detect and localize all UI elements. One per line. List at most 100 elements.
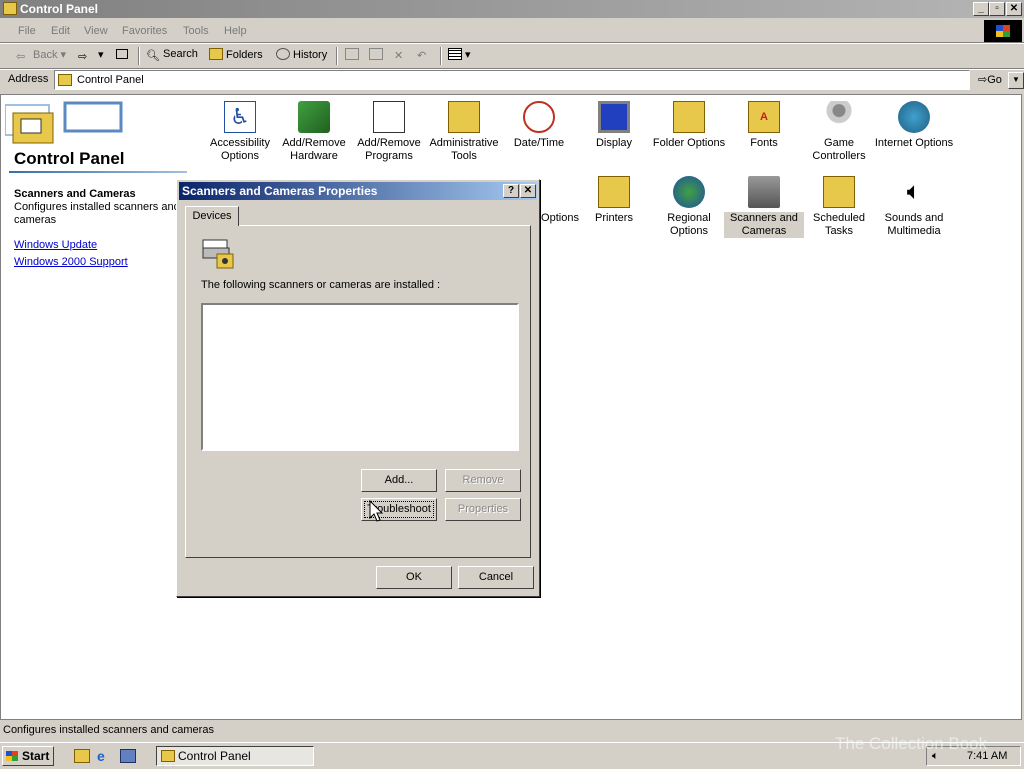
cp-item-label: Administrative Tools bbox=[429, 137, 499, 162]
minimize-button[interactable]: _ bbox=[973, 2, 989, 16]
ok-button[interactable]: OK bbox=[376, 566, 452, 589]
cp-item-sounds-and-multimedia[interactable]: 🔈︎ Sounds and Multimedia bbox=[874, 176, 954, 238]
selected-item-description: Configures installed scanners and camera… bbox=[14, 201, 180, 226]
show-desktop-icon[interactable] bbox=[74, 749, 90, 763]
cp-item-label: Internet Options bbox=[874, 137, 954, 149]
menu-tools[interactable]: Tools bbox=[183, 25, 209, 37]
windows-flag-icon bbox=[6, 751, 18, 761]
folders-button[interactable]: Folders bbox=[209, 48, 263, 61]
cp-item-game-controllers[interactable]: Game Controllers bbox=[799, 101, 879, 163]
cp-item-scheduled-tasks[interactable]: Scheduled Tasks bbox=[799, 176, 879, 238]
windows-logo bbox=[984, 20, 1022, 42]
folder-options-icon bbox=[673, 101, 705, 133]
speaker-icon: 🔈︎ bbox=[906, 178, 922, 205]
start-button[interactable]: Start bbox=[2, 746, 54, 766]
history-label: History bbox=[293, 49, 328, 61]
options-icon bbox=[544, 176, 576, 208]
back-button[interactable]: ⇦ Back ▾ bbox=[16, 48, 66, 63]
toolbar-separator bbox=[138, 47, 140, 65]
cp-item-add-remove-programs[interactable]: Add/Remove Programs bbox=[349, 101, 429, 163]
back-label: Back bbox=[33, 49, 58, 61]
cp-item-label: Accessibility Options bbox=[210, 137, 270, 162]
cp-item-label: Sounds and Multimedia bbox=[884, 212, 944, 237]
restore-button[interactable]: ▫ bbox=[989, 2, 1005, 16]
cp-item-label: Printers bbox=[595, 212, 633, 224]
admin-tools-icon bbox=[448, 101, 480, 133]
search-icon: 🔍︎ bbox=[146, 50, 160, 62]
views-button[interactable]: ▾ bbox=[448, 48, 471, 61]
copy-to-icon bbox=[369, 48, 383, 60]
delete-button[interactable]: ✕ bbox=[394, 48, 411, 62]
forward-button[interactable]: ⇨ ▾ bbox=[78, 48, 104, 63]
search-button[interactable]: 🔍︎ Search bbox=[146, 48, 198, 62]
menu-help[interactable]: Help bbox=[224, 25, 247, 37]
address-input[interactable]: Control Panel ▼ bbox=[54, 70, 1024, 90]
properties-button[interactable]: Properties bbox=[445, 498, 521, 521]
dialog-close-button[interactable]: ✕ bbox=[520, 184, 536, 198]
cp-item-label: Add/Remove Programs bbox=[357, 137, 421, 162]
close-button[interactable]: ✕ bbox=[1006, 2, 1022, 16]
up-folder-icon bbox=[116, 49, 128, 59]
toolbar-separator bbox=[440, 47, 442, 65]
remove-button[interactable]: Remove bbox=[445, 469, 521, 492]
control-panel-banner-icon bbox=[5, 101, 123, 144]
cp-item-regional-options[interactable]: Regional Options bbox=[649, 176, 729, 238]
tab-devices[interactable]: Devices bbox=[185, 206, 239, 226]
cp-item-add-remove-hardware[interactable]: Add/Remove Hardware bbox=[274, 101, 354, 163]
delete-icon: ✕ bbox=[394, 50, 404, 62]
control-panel-icon bbox=[58, 74, 72, 86]
cp-item-scanners-and-cameras[interactable]: Scanners and Cameras bbox=[724, 176, 804, 238]
cp-item-printers[interactable]: Printers bbox=[574, 176, 654, 225]
link-windows-update[interactable]: Windows Update bbox=[14, 239, 97, 251]
fonts-icon: A bbox=[748, 101, 780, 133]
window-title-bar[interactable]: Control Panel _ ▫ ✕ bbox=[0, 0, 1024, 18]
cp-item-accessibility-options[interactable]: ♿︎ Accessibility Options bbox=[200, 101, 280, 163]
outlook-express-icon[interactable] bbox=[120, 749, 136, 763]
taskbar-item-control-panel[interactable]: Control Panel bbox=[156, 746, 314, 766]
installed-devices-list[interactable] bbox=[201, 303, 519, 451]
menu-edit[interactable]: Edit bbox=[51, 25, 70, 37]
cp-item-label: Game Controllers bbox=[812, 137, 866, 162]
sidebar-title-rule bbox=[9, 171, 187, 173]
cp-item-date-time[interactable]: Date/Time bbox=[499, 101, 579, 150]
copy-to-button[interactable] bbox=[369, 48, 386, 61]
history-button[interactable]: History bbox=[276, 48, 327, 61]
internet-explorer-icon[interactable]: e bbox=[97, 749, 113, 763]
toolbar-separator bbox=[336, 47, 338, 65]
menu-file[interactable]: File bbox=[18, 25, 36, 37]
cp-item-label: Display bbox=[595, 137, 633, 149]
help-button[interactable]: ? bbox=[503, 184, 519, 198]
link-windows-2000-support[interactable]: Windows 2000 Support bbox=[14, 256, 128, 268]
undo-icon: ↶ bbox=[417, 50, 427, 62]
control-panel-icon bbox=[161, 750, 175, 762]
clock-icon bbox=[523, 101, 555, 133]
globe-icon bbox=[673, 176, 705, 208]
cancel-button[interactable]: Cancel bbox=[458, 566, 534, 589]
taskbar-item-label: Control Panel bbox=[178, 749, 251, 763]
menu-favorites[interactable]: Favorites bbox=[122, 25, 167, 37]
add-button[interactable]: Add... bbox=[361, 469, 437, 492]
cp-item-administrative-tools[interactable]: Administrative Tools bbox=[424, 101, 504, 163]
go-button[interactable]: ⇨Go bbox=[978, 73, 1002, 86]
dialog-title: Scanners and Cameras Properties bbox=[182, 184, 378, 198]
cp-item-internet-options[interactable]: Internet Options bbox=[874, 101, 954, 150]
dialog-title-bar[interactable]: Scanners and Cameras Properties ? ✕ bbox=[179, 182, 537, 200]
cp-item-display[interactable]: Display bbox=[574, 101, 654, 150]
cp-item-fonts[interactable]: A Fonts bbox=[724, 101, 804, 150]
mouse-cursor-icon bbox=[369, 500, 384, 522]
go-label: Go bbox=[987, 74, 1002, 86]
toolbar: ⇦ Back ▾ ⇨ ▾ 🔍︎ Search Folders History ✕ ↶… bbox=[0, 44, 1024, 68]
cp-item-label: Folder Options bbox=[652, 137, 726, 149]
menu-view[interactable]: View bbox=[84, 25, 108, 37]
cp-item-label: Add/Remove Hardware bbox=[282, 137, 346, 162]
forward-arrow-icon: ⇨ bbox=[78, 51, 88, 63]
cp-item-label: Fonts bbox=[750, 137, 778, 149]
address-dropdown-button[interactable]: ▼ bbox=[1008, 72, 1024, 89]
undo-button[interactable]: ↶ bbox=[417, 48, 434, 62]
start-label: Start bbox=[22, 749, 50, 763]
up-folder-button[interactable] bbox=[116, 48, 131, 60]
back-arrow-icon: ⇦ bbox=[16, 51, 26, 63]
move-to-button[interactable] bbox=[345, 48, 362, 61]
watermark-text: The Collection Book bbox=[835, 734, 988, 753]
cp-item-folder-options[interactable]: Folder Options bbox=[649, 101, 729, 150]
